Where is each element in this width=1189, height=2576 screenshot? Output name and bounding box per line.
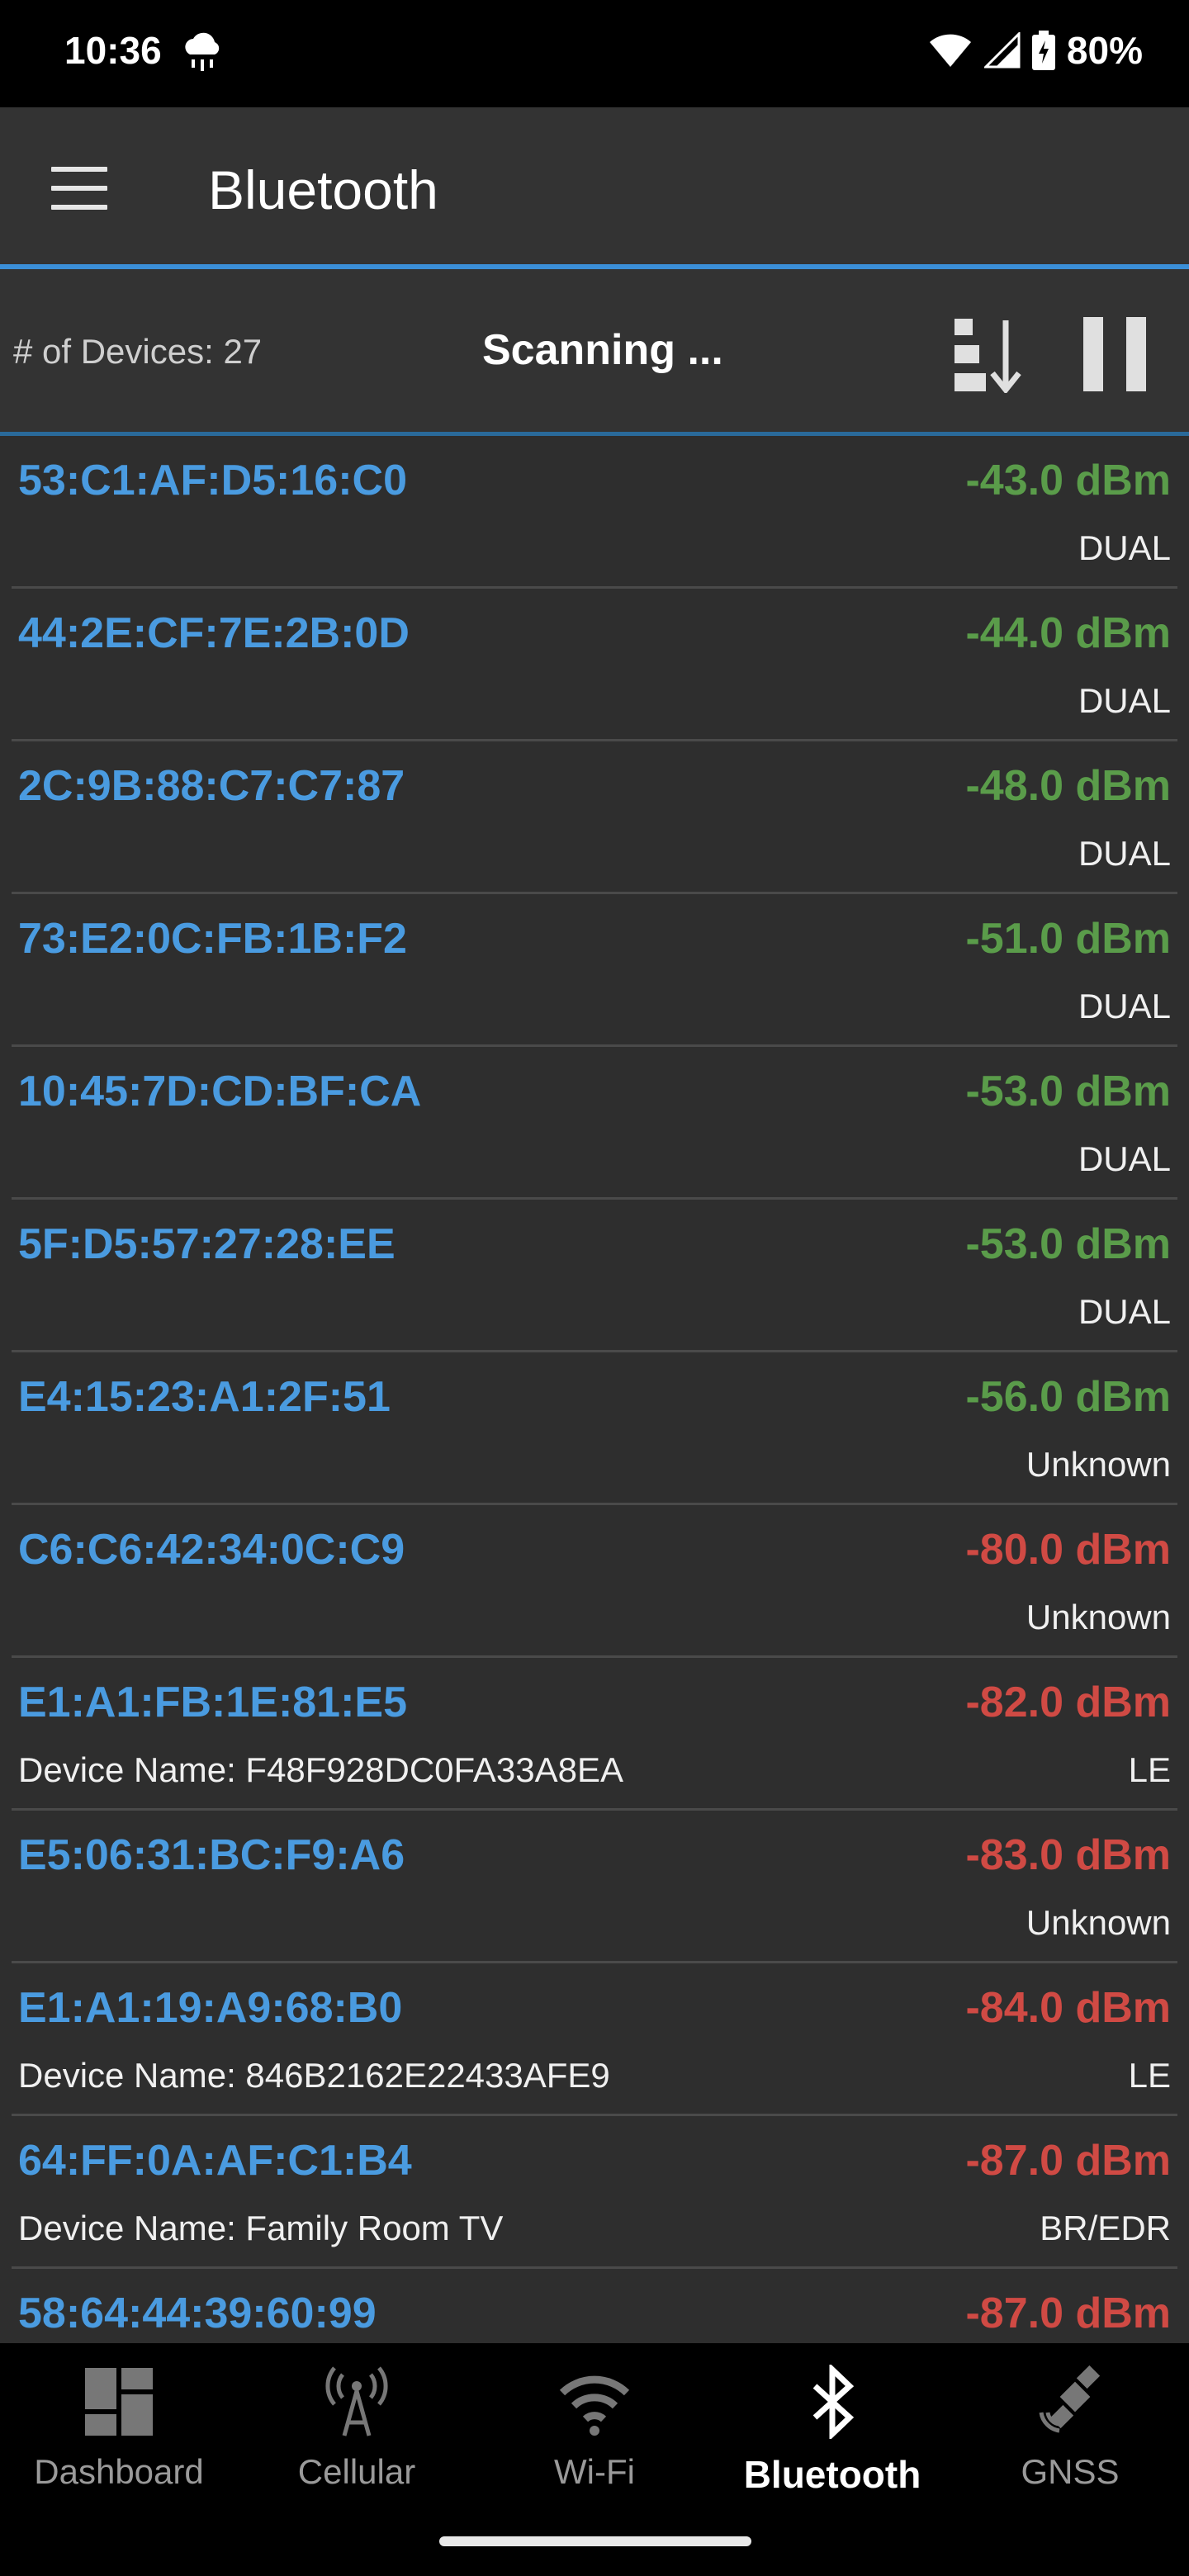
device-mac: 10:45:7D:CD:BF:CA xyxy=(18,1068,422,1115)
wifi-icon xyxy=(559,2375,630,2436)
nav-label: Cellular xyxy=(297,2452,416,2491)
device-row[interactable]: 10:45:7D:CD:BF:CA -53.0 dBm DUAL xyxy=(12,1047,1177,1200)
bluetooth-icon xyxy=(812,2365,855,2439)
device-mac: E5:06:31:BC:F9:A6 xyxy=(18,1831,405,1879)
nav-wifi[interactable]: Wi-Fi xyxy=(476,2365,713,2530)
cloud-rain-icon xyxy=(180,31,225,74)
nav-bluetooth[interactable]: Bluetooth xyxy=(713,2365,951,2530)
device-rssi: -56.0 dBm xyxy=(965,1373,1171,1421)
nav-label: Bluetooth xyxy=(743,2453,921,2496)
device-row[interactable]: E1:A1:19:A9:68:B0 -84.0 dBm Device Name: 8… xyxy=(12,1963,1177,2116)
status-time: 10:36 xyxy=(64,29,162,72)
device-row[interactable]: 64:FF:0A:AF:C1:B4 -87.0 dBm Device Name: F… xyxy=(12,2116,1177,2269)
app-bar: Bluetooth xyxy=(0,107,1189,269)
dashboard-icon xyxy=(85,2368,153,2436)
device-rssi: -53.0 dBm xyxy=(965,1220,1171,1268)
device-type: DUAL xyxy=(1078,987,1171,1025)
device-type: DUAL xyxy=(1078,1139,1171,1178)
home-indicator[interactable] xyxy=(439,2536,751,2546)
device-count: # of Devices: 27 xyxy=(13,332,263,371)
battery-charging-icon xyxy=(1031,31,1055,70)
device-type: DUAL xyxy=(1078,528,1171,567)
device-name: Device Name: Family Room TV xyxy=(18,2209,504,2247)
device-row[interactable]: 53:C1:AF:D5:16:C0 -43.0 dBm DUAL xyxy=(12,436,1177,589)
device-rssi: -82.0 dBm xyxy=(965,1679,1171,1726)
device-name: Device Name: F48F928DC0FA33A8EA xyxy=(18,1750,624,1789)
scan-status: Scanning ... xyxy=(482,326,723,374)
cell-tower-icon xyxy=(325,2366,388,2436)
device-rssi: -80.0 dBm xyxy=(965,1526,1171,1574)
device-mac: 53:C1:AF:D5:16:C0 xyxy=(18,457,407,504)
nav-label: Dashboard xyxy=(34,2452,204,2491)
device-row[interactable]: E4:15:23:A1:2F:51 -56.0 dBm Unknown xyxy=(12,1352,1177,1505)
device-rssi: -44.0 dBm xyxy=(965,609,1171,657)
device-mac: 73:E2:0C:FB:1B:F2 xyxy=(18,915,407,963)
device-type: Unknown xyxy=(1026,1903,1171,1942)
nav-label: Wi-Fi xyxy=(554,2452,635,2491)
device-mac: 44:2E:CF:7E:2B:0D xyxy=(18,609,410,657)
device-row[interactable]: 5F:D5:57:27:28:EE -53.0 dBm DUAL xyxy=(12,1200,1177,1352)
device-type: LE xyxy=(1128,1750,1171,1789)
device-mac: 2C:9B:88:C7:C7:87 xyxy=(18,762,405,810)
scan-toolbar: # of Devices: 27 Scanning ... xyxy=(0,269,1189,436)
device-row[interactable]: 58:64:44:39:60:99 -87.0 dBm xyxy=(12,2269,1177,2343)
battery-percent: 80% xyxy=(1066,29,1143,72)
wifi-signal-icon xyxy=(928,32,973,69)
menu-icon[interactable] xyxy=(51,167,107,210)
device-mac: E1:A1:FB:1E:81:E5 xyxy=(18,1679,408,1726)
page-title: Bluetooth xyxy=(208,159,438,220)
device-mac: C6:C6:42:34:0C:C9 xyxy=(18,1526,405,1574)
device-mac: 58:64:44:39:60:99 xyxy=(18,2290,377,2337)
device-type: DUAL xyxy=(1078,681,1171,720)
device-row[interactable]: C6:C6:42:34:0C:C9 -80.0 dBm Unknown xyxy=(12,1505,1177,1658)
sort-icon[interactable] xyxy=(951,315,1024,395)
device-row[interactable]: 2C:9B:88:C7:C7:87 -48.0 dBm DUAL xyxy=(12,741,1177,894)
device-type: Unknown xyxy=(1026,1445,1171,1484)
status-bar: 10:36 80% xyxy=(0,0,1189,107)
device-rssi: -53.0 dBm xyxy=(965,1068,1171,1115)
device-rssi: -87.0 dBm xyxy=(965,2290,1171,2337)
device-row[interactable]: 73:E2:0C:FB:1B:F2 -51.0 dBm DUAL xyxy=(12,894,1177,1047)
device-rssi: -43.0 dBm xyxy=(965,457,1171,504)
device-mac: E1:A1:19:A9:68:B0 xyxy=(18,1984,403,2032)
device-row[interactable]: 44:2E:CF:7E:2B:0D -44.0 dBm DUAL xyxy=(12,589,1177,741)
nav-dashboard[interactable]: Dashboard xyxy=(0,2365,238,2530)
device-row[interactable]: E5:06:31:BC:F9:A6 -83.0 dBm Unknown xyxy=(12,1811,1177,1963)
satellite-icon xyxy=(1039,2365,1101,2433)
device-type: DUAL xyxy=(1078,834,1171,873)
device-type: DUAL xyxy=(1078,1292,1171,1331)
device-type: BR/EDR xyxy=(1040,2209,1171,2247)
device-rssi: -51.0 dBm xyxy=(965,915,1171,963)
device-rssi: -48.0 dBm xyxy=(965,762,1171,810)
device-rssi: -87.0 dBm xyxy=(965,2137,1171,2185)
device-rssi: -83.0 dBm xyxy=(965,1831,1171,1879)
device-mac: 64:FF:0A:AF:C1:B4 xyxy=(18,2137,412,2185)
device-rssi: -84.0 dBm xyxy=(965,1984,1171,2032)
device-name: Device Name: 846B2162E22433AFE9 xyxy=(18,2056,610,2095)
device-list: 53:C1:AF:D5:16:C0 -43.0 dBm DUAL 44:2E:CF:7… xyxy=(0,436,1189,2343)
device-type: Unknown xyxy=(1026,1598,1171,1636)
nav-gnss[interactable]: GNSS xyxy=(951,2365,1189,2530)
cell-signal-icon xyxy=(983,32,1021,69)
nav-cellular[interactable]: Cellular xyxy=(238,2365,476,2530)
pause-button[interactable] xyxy=(1083,317,1146,391)
device-type: LE xyxy=(1128,2056,1171,2095)
nav-label: GNSS xyxy=(1021,2452,1120,2491)
device-row[interactable]: E1:A1:FB:1E:81:E5 -82.0 dBm Device Name: F… xyxy=(12,1658,1177,1811)
device-mac: 5F:D5:57:27:28:EE xyxy=(18,1220,396,1268)
device-mac: E4:15:23:A1:2F:51 xyxy=(18,1373,391,1421)
